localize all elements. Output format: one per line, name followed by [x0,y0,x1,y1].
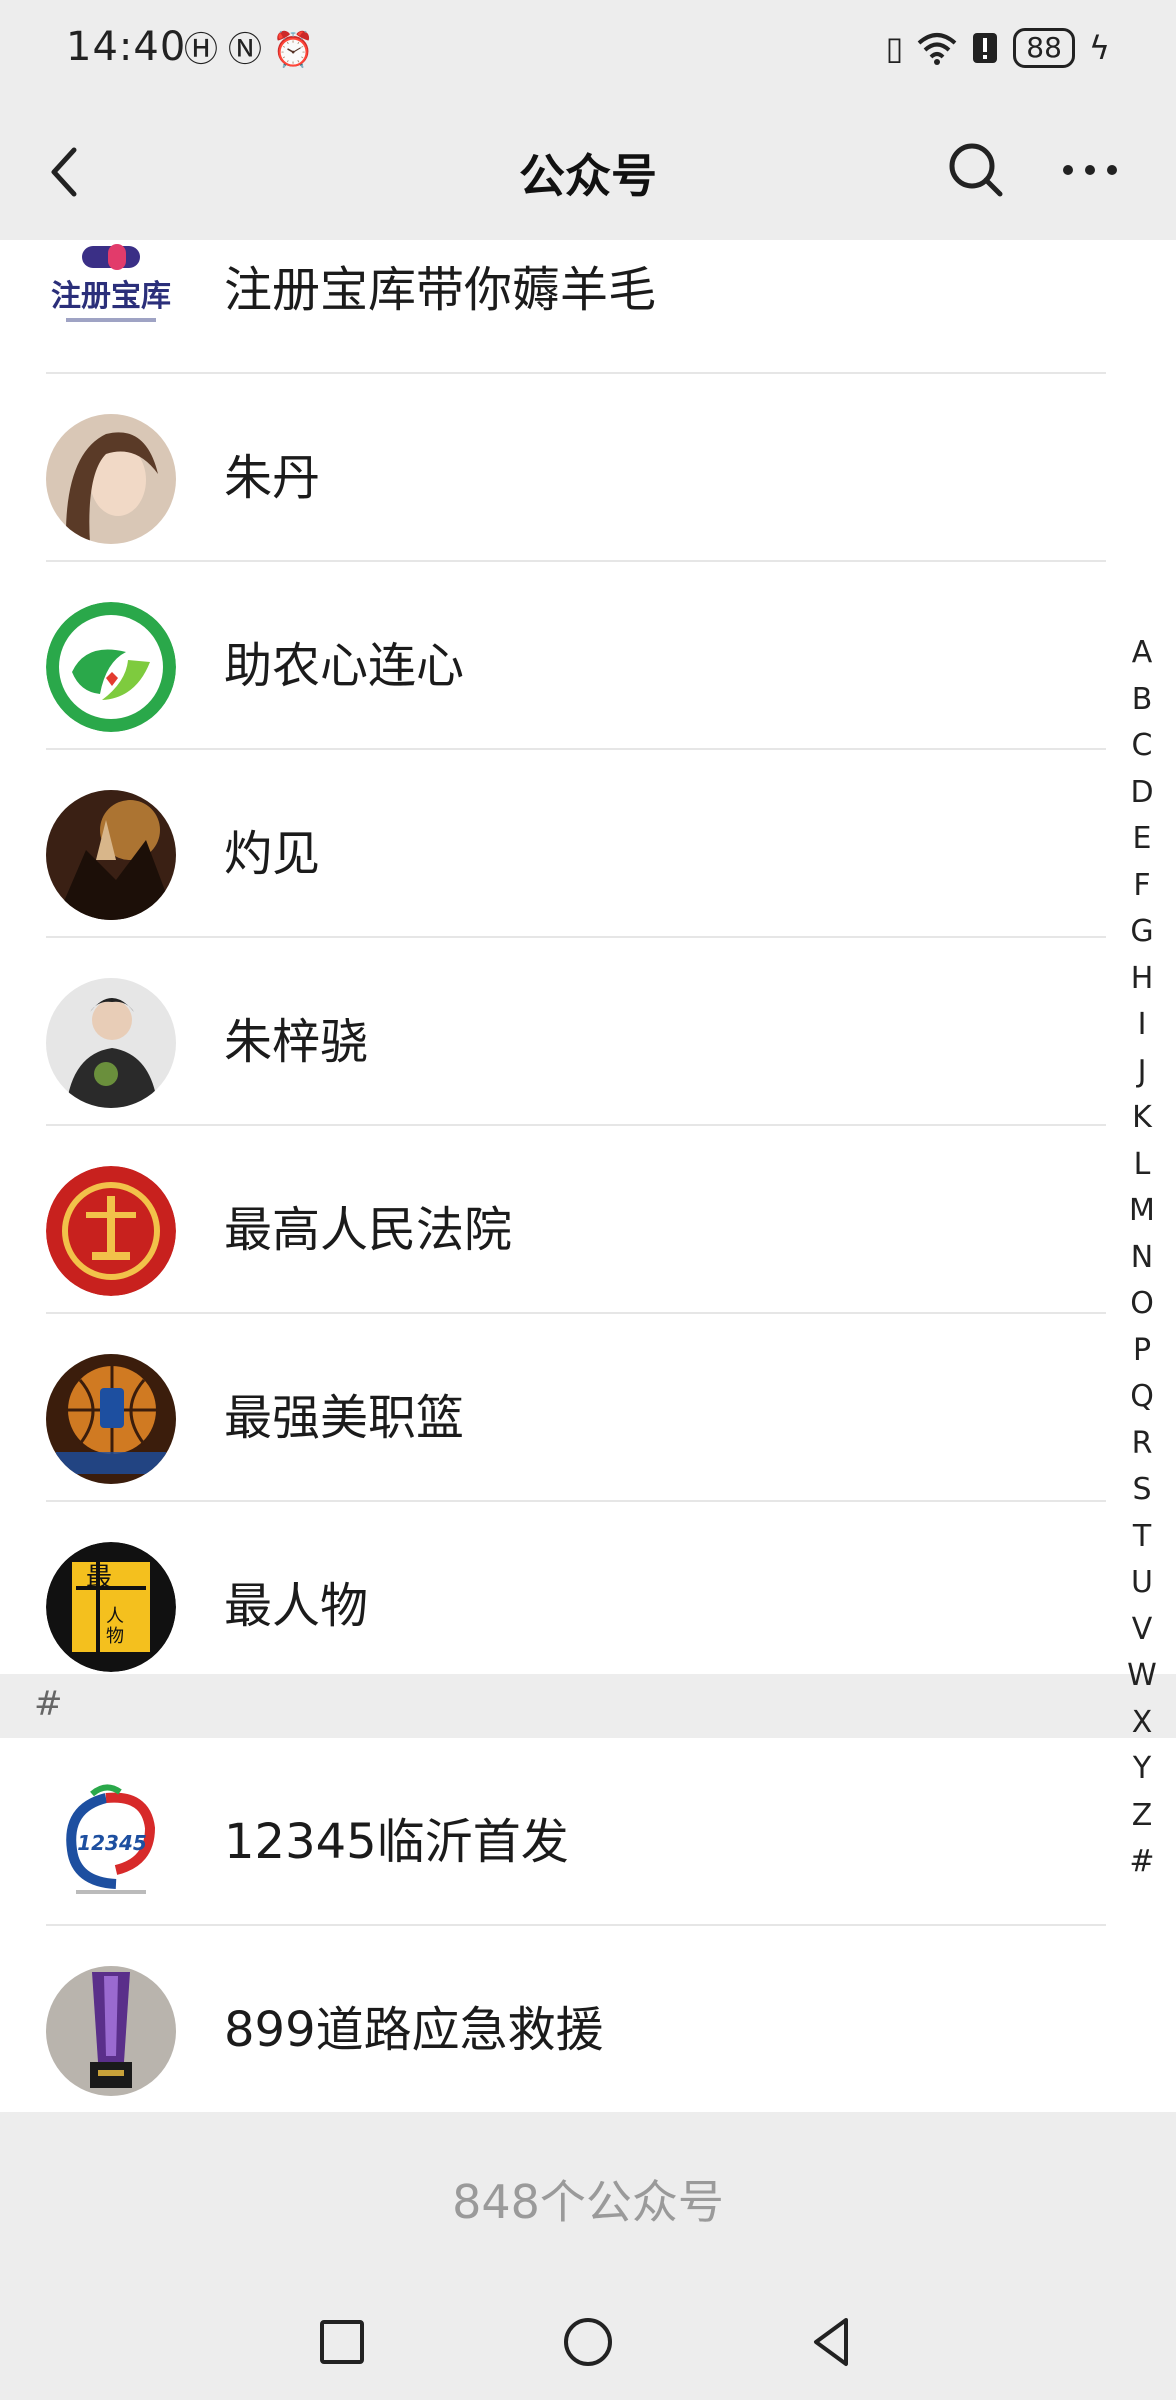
alpha-index-letter[interactable]: P [1133,1328,1151,1375]
alpha-index-letter[interactable]: Q [1130,1374,1154,1421]
svg-text:注册宝库: 注册宝库 [51,279,171,314]
alpha-index-letter[interactable]: G [1130,909,1153,956]
court-emblem-icon [46,1166,176,1296]
list-item[interactable]: 899道路应急救援 [0,1926,1176,2112]
alpha-index-letter[interactable]: Z [1132,1793,1153,1840]
alpha-index-letter[interactable]: T [1133,1514,1151,1561]
alpha-index-letter[interactable]: X [1132,1700,1153,1747]
alpha-index-letter[interactable]: W [1127,1653,1157,1700]
book-logo-icon: 最 人 物 [46,1542,176,1672]
list-item[interactable]: 最 人 物 最人物 [0,1502,1176,1690]
svg-text:最: 最 [86,1563,112,1593]
account-name: 灼见 [224,826,321,882]
svg-text:物: 物 [106,1626,124,1647]
alpha-index-letter[interactable]: A [1132,630,1153,677]
alpha-index-letter[interactable]: # [1129,1839,1154,1886]
section-label: # [34,1684,63,1724]
alpha-index-letter[interactable]: I [1138,1002,1147,1049]
status-right-icons: ▯ 88 ϟ [886,28,1110,68]
account-name: 朱梓骁 [224,1014,369,1070]
battery-indicator: 88 [1013,28,1075,68]
logo-zhucebaoku-icon: 注册宝库 [46,240,176,356]
alpha-index-letter[interactable]: R [1132,1421,1153,1468]
alpha-index-letter[interactable]: K [1132,1095,1152,1142]
account-name: 899道路应急救援 [224,2002,604,2058]
alpha-index[interactable]: A B C D E F G H I J K L M N O P Q R S T … [1124,630,1160,1886]
hd-icon: Ⓗ [184,30,218,70]
nav-bar: 公众号 [0,100,1176,240]
account-list[interactable]: 注册宝库 注册宝库带你薅羊毛 朱丹 助农心连心 灼见 朱梓骁 最高人民法院 最强… [0,240,1176,2112]
recents-button[interactable] [312,2312,372,2372]
alpha-index-letter[interactable]: C [1132,723,1153,770]
alpha-index-letter[interactable]: S [1132,1467,1151,1514]
alpha-index-letter[interactable]: D [1130,770,1153,817]
portrait-icon [46,978,176,1108]
more-button[interactable] [1060,140,1120,200]
back-nav-button[interactable] [802,2312,862,2372]
status-time: 14:40 [66,24,187,70]
alpha-index-letter[interactable]: Y [1133,1746,1151,1793]
status-left-icons: Ⓗ Ⓝ ⏰ [184,30,314,70]
list-footer: 848个公众号 [0,2112,1176,2282]
hotline-logo-icon: 12345 [46,1778,176,1908]
list-item[interactable]: 助农心连心 [0,562,1176,750]
vibrate-icon: ▯ [885,29,904,67]
account-name: 最人物 [224,1578,369,1634]
home-button[interactable] [558,2312,618,2372]
account-count: 848个公众号 [452,2175,724,2229]
alpha-index-letter[interactable]: J [1138,1049,1147,1096]
wifi-icon [917,33,957,65]
account-name: 12345临沂首发 [224,1814,569,1870]
portrait-icon [46,414,176,544]
list-item[interactable]: 灼见 [0,750,1176,938]
list-item[interactable]: 最强美职篮 [0,1314,1176,1502]
alpha-index-letter[interactable]: E [1133,816,1152,863]
alpha-index-letter[interactable]: B [1132,677,1153,724]
alpha-index-letter[interactable]: H [1131,956,1154,1003]
svg-text:人: 人 [106,1606,124,1627]
system-nav-bar [0,2282,1176,2400]
green-leaf-logo-icon [46,602,176,732]
alert-icon [973,33,998,63]
svg-text:12345: 12345 [77,1831,147,1855]
search-button[interactable] [946,140,1006,200]
alpha-index-letter[interactable]: N [1131,1235,1153,1282]
alpha-index-letter[interactable]: V [1132,1607,1153,1654]
section-header-hash: # [0,1674,1176,1738]
basketball-icon [46,1354,176,1484]
list-item[interactable]: 朱梓骁 [0,938,1176,1126]
trophy-icon [46,1966,176,2096]
painting-icon [46,790,176,920]
nfc-icon: Ⓝ [228,30,262,70]
list-item[interactable]: 12345 12345临沂首发 [0,1738,1176,1926]
alpha-index-letter[interactable]: F [1133,863,1150,910]
list-item[interactable]: 注册宝库 注册宝库带你薅羊毛 [0,240,1176,374]
status-bar: 14:40 Ⓗ Ⓝ ⏰ ▯ 88 ϟ [0,0,1176,100]
alpha-index-letter[interactable]: M [1129,1188,1155,1235]
account-name: 朱丹 [224,450,321,506]
list-item[interactable]: 最高人民法院 [0,1126,1176,1314]
account-name: 最高人民法院 [224,1202,513,1258]
alpha-index-letter[interactable]: O [1130,1281,1154,1328]
account-name: 最强美职篮 [224,1390,465,1446]
charging-icon: ϟ [1088,29,1110,67]
alpha-index-letter[interactable]: L [1134,1142,1151,1189]
list-item[interactable]: 朱丹 [0,374,1176,562]
account-name: 助农心连心 [224,638,465,694]
alpha-index-letter[interactable]: U [1131,1560,1153,1607]
account-name: 注册宝库带你薅羊毛 [224,262,657,318]
alarm-icon: ⏰ [272,30,315,70]
